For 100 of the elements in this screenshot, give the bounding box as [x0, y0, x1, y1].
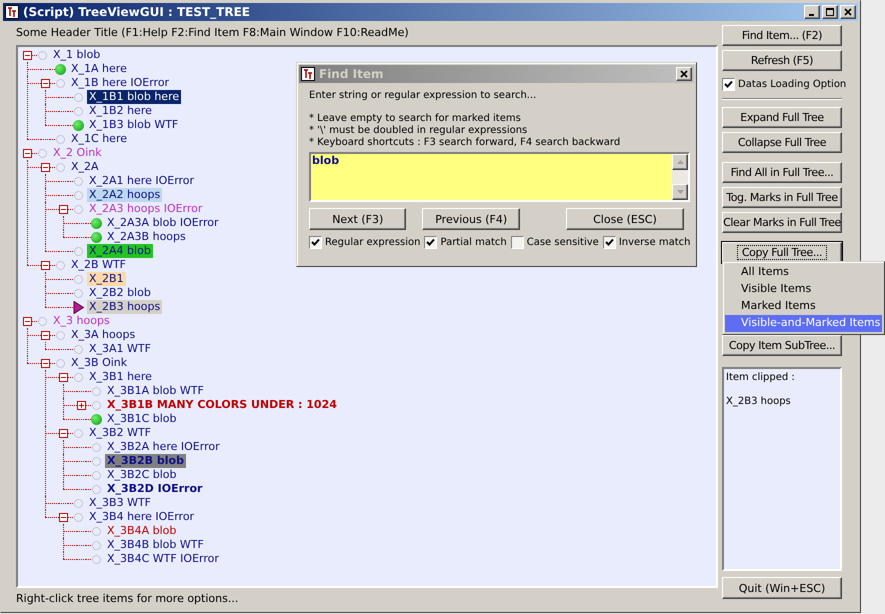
- tree-item[interactable]: X_3B2D IOError: [107, 482, 202, 496]
- close-button[interactable]: [840, 5, 856, 19]
- up-arrow-icon: [676, 160, 684, 164]
- tree-item[interactable]: X_1B2 here: [89, 104, 152, 118]
- side-button[interactable]: Tog. Marks in Full Tree: [722, 187, 842, 208]
- collapse-toggle[interactable]: [41, 162, 50, 172]
- tree-item[interactable]: X_1B3 blob WTF: [89, 118, 178, 132]
- quit-button[interactable]: Quit (Win+ESC): [722, 577, 842, 599]
- collapse-toggle[interactable]: [59, 372, 68, 382]
- scroll-down-button[interactable]: [672, 184, 688, 200]
- collapse-toggle[interactable]: [23, 148, 32, 158]
- status-text: Right-click tree items for more options...: [16, 591, 240, 607]
- collapse-toggle[interactable]: [59, 204, 68, 214]
- menu-item[interactable]: Visible Items: [725, 281, 882, 298]
- tree-item[interactable]: X_3 hoops: [53, 314, 110, 328]
- dialog-button[interactable]: Previous (F4): [422, 208, 520, 230]
- collapse-toggle[interactable]: [23, 316, 32, 326]
- tree-item[interactable]: X_2B1: [87, 272, 126, 286]
- tree-item[interactable]: X_2 Oink: [53, 146, 102, 160]
- tree-item[interactable]: X_1B here IOError: [71, 76, 170, 90]
- tree-item[interactable]: X_2A3B hoops: [107, 230, 186, 244]
- dialog-note: * '\' must be doubled in regular expressions: [309, 125, 528, 137]
- tree-item[interactable]: X_3A hoops: [71, 328, 136, 342]
- dialog-title: Find Item: [319, 66, 384, 83]
- tree-item[interactable]: X_2B3 hoops: [87, 300, 162, 314]
- tree-item[interactable]: X_3B3 WTF: [89, 496, 151, 510]
- tree-item[interactable]: X_2B WTF: [71, 258, 126, 272]
- down-arrow-icon: [676, 190, 684, 194]
- close-icon: [680, 70, 688, 78]
- tree-item[interactable]: X_1A here: [71, 62, 127, 76]
- tree-item[interactable]: X_3B4C WTF IOError: [107, 552, 219, 566]
- tree-item[interactable]: X_2A: [71, 160, 99, 174]
- checkbox-label[interactable]: Datas Loading Option: [738, 76, 846, 92]
- dialog-button[interactable]: Close (ESC): [566, 208, 684, 230]
- side-button[interactable]: Copy Item SubTree...: [722, 335, 842, 356]
- checkbox[interactable]: [602, 236, 616, 249]
- tree-item[interactable]: X_3B1A blob WTF: [107, 384, 204, 398]
- close-button[interactable]: [676, 67, 692, 81]
- tree-item[interactable]: X_3B4A blob: [107, 524, 176, 538]
- dialog-button[interactable]: Next (F3): [309, 208, 406, 230]
- collapse-toggle[interactable]: [41, 260, 50, 270]
- header-title: Some Header Title (F1:Help F2:Find Item F8:Main Window F10:ReadMe): [16, 24, 410, 41]
- tree-item[interactable]: X_1C here: [71, 132, 127, 146]
- tree-item[interactable]: X_1 blob: [53, 48, 100, 62]
- close-icon: [844, 8, 852, 16]
- tree-item[interactable]: X_2A3A blob IOError: [107, 216, 219, 230]
- triangle-icon: [73, 300, 84, 314]
- side-button[interactable]: Collapse Full Tree: [722, 132, 842, 153]
- expand-toggle[interactable]: [77, 400, 86, 410]
- tree-item[interactable]: X_3B1C blob: [107, 412, 177, 426]
- checkbox[interactable]: [722, 78, 735, 90]
- tree-item[interactable]: X_2B2 blob: [89, 286, 151, 300]
- side-button[interactable]: Clear Marks in Full Tree: [722, 212, 842, 233]
- tree-item[interactable]: X_2A3 hoops IOError: [89, 202, 202, 216]
- checkbox[interactable]: [424, 236, 438, 249]
- search-field[interactable]: blob: [309, 152, 690, 202]
- collapse-toggle[interactable]: [59, 512, 68, 522]
- collapse-toggle[interactable]: [41, 330, 50, 340]
- side-button[interactable]: Find Item... (F2): [722, 25, 842, 46]
- side-button[interactable]: Refresh (F5): [722, 50, 842, 71]
- tree-item[interactable]: X_3B2A here IOError: [107, 440, 220, 454]
- side-button[interactable]: Expand Full Tree: [722, 107, 842, 128]
- menu-item[interactable]: Visible-and-Marked Items: [725, 315, 882, 332]
- collapse-toggle[interactable]: [41, 358, 50, 368]
- menu-item[interactable]: Marked Items: [725, 298, 882, 315]
- minimize-button[interactable]: [804, 5, 820, 19]
- window-title: (Script) TreeViewGUI : TEST_TREE: [23, 4, 250, 21]
- tree-item[interactable]: X_3B Oink: [71, 356, 128, 370]
- tree-item[interactable]: X_3A1 WTF: [89, 342, 151, 356]
- option-label[interactable]: Regular expression: [325, 236, 420, 248]
- checkbox[interactable]: [309, 236, 322, 249]
- maximize-button[interactable]: [822, 5, 838, 19]
- clip-text: X_2B3 hoops: [726, 396, 792, 408]
- tree-item[interactable]: X_3B2C blob: [107, 468, 177, 482]
- side-button[interactable]: Copy Full Tree...: [722, 242, 842, 263]
- tree-item[interactable]: X_3B4 here IOError: [89, 510, 194, 524]
- maximize-icon: [826, 8, 834, 16]
- app-icon: [5, 5, 19, 19]
- option-label[interactable]: Case sensitive: [526, 236, 599, 248]
- checkbox[interactable]: [510, 236, 524, 249]
- tree-item[interactable]: X_3B1B MANY COLORS UNDER : 1024: [107, 398, 337, 412]
- tree-item[interactable]: X_1B1 blob here: [87, 90, 182, 104]
- tree-item[interactable]: X_2A4 blob: [87, 244, 153, 258]
- tree-item[interactable]: X_3B2B blob: [105, 454, 186, 468]
- dialog-note: * Keyboard shortcuts : F3 search forward, F4 search backward: [309, 137, 622, 149]
- tree-item[interactable]: X_3B4B blob WTF: [107, 538, 204, 552]
- collapse-toggle[interactable]: [59, 428, 68, 438]
- tree-item[interactable]: X_2A2 hoops: [87, 188, 162, 202]
- tree-item[interactable]: X_3B1 here: [89, 370, 152, 384]
- option-label[interactable]: Partial match: [440, 236, 507, 248]
- collapse-toggle[interactable]: [41, 78, 50, 88]
- dialog-note: * Leave empty to search for marked items: [309, 113, 522, 125]
- tree-item[interactable]: X_3B2 WTF: [89, 426, 151, 440]
- scroll-up-button[interactable]: [672, 154, 688, 170]
- side-button[interactable]: Find All in Full Tree...: [722, 162, 842, 183]
- clip-text: Item clipped :: [726, 372, 796, 384]
- tree-item[interactable]: X_2A1 here IOError: [89, 174, 194, 188]
- option-label[interactable]: Inverse match: [618, 236, 690, 248]
- collapse-toggle[interactable]: [23, 50, 32, 60]
- menu-item[interactable]: All Items: [725, 264, 882, 281]
